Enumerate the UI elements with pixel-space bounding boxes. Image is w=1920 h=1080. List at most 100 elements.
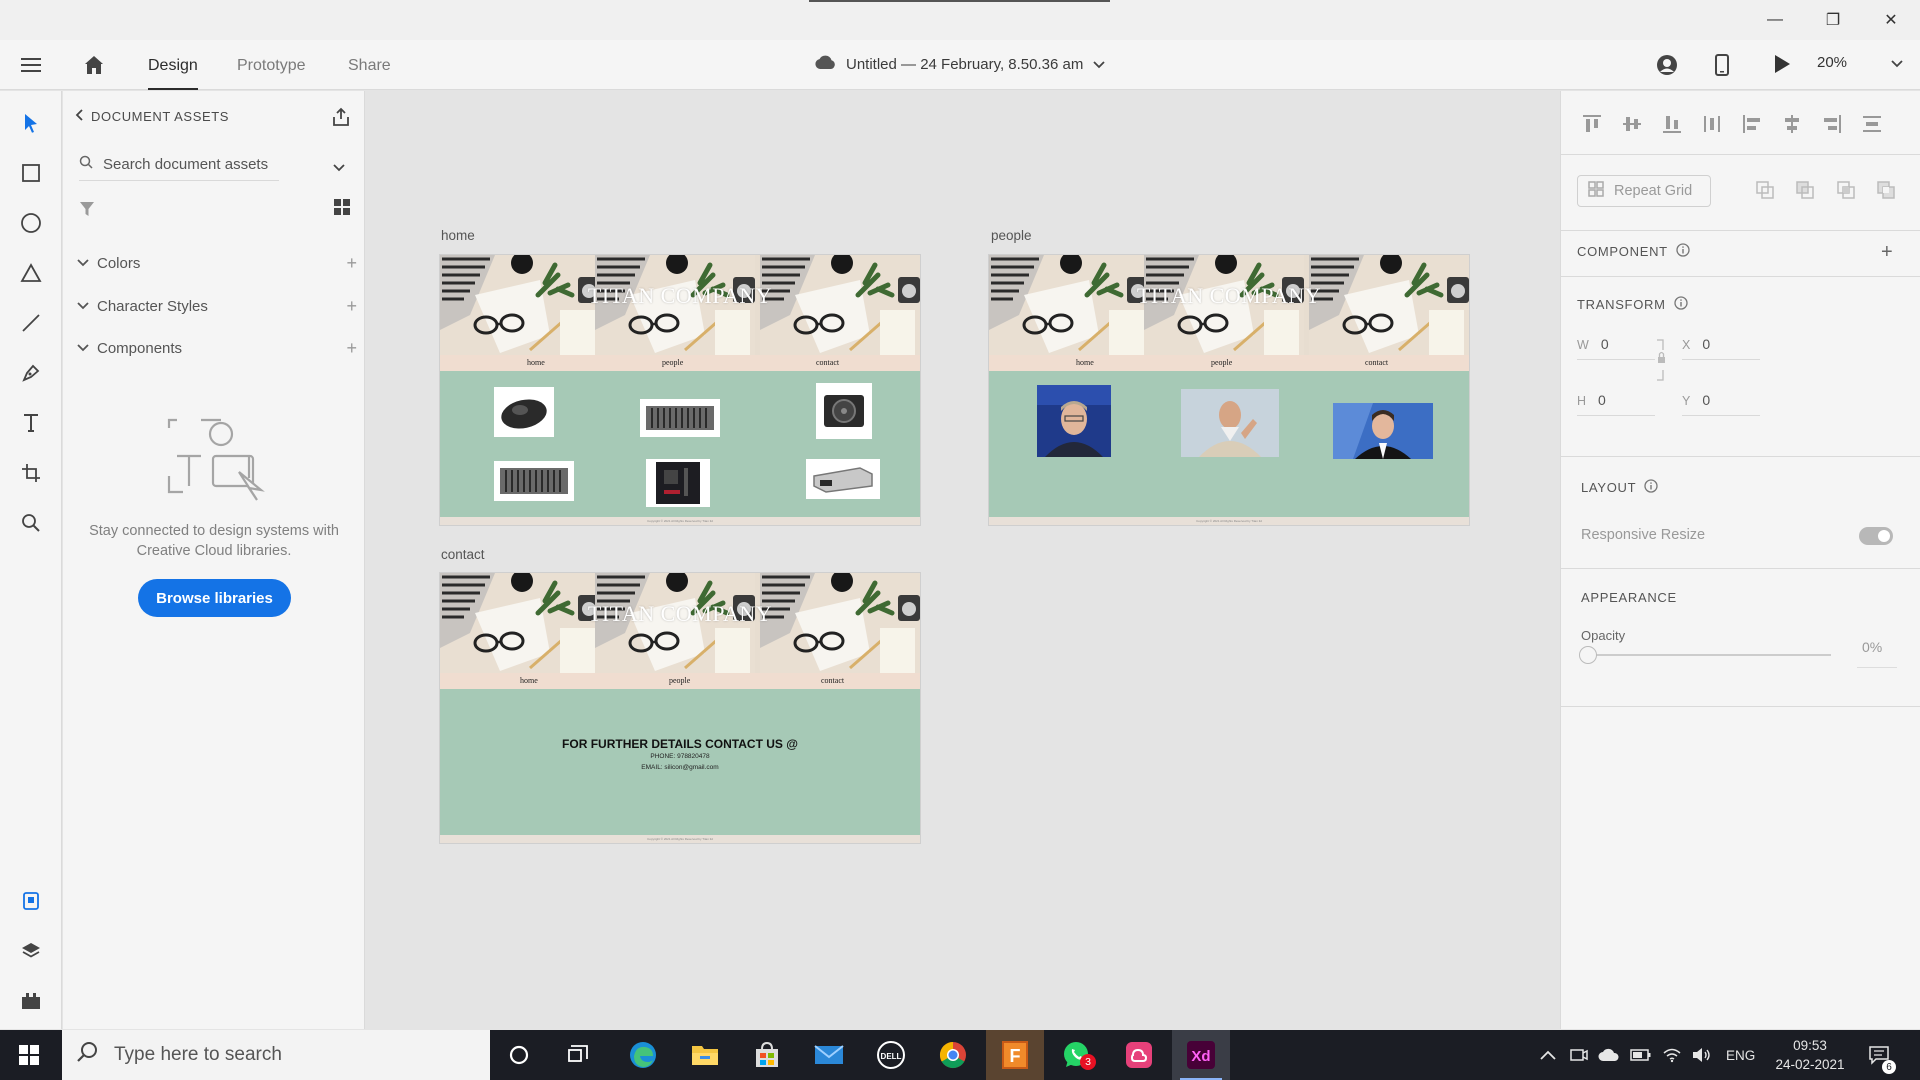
nav-contact[interactable]: contact	[821, 676, 844, 685]
onedrive-cloud-icon[interactable]	[1598, 1030, 1620, 1080]
cortana-icon[interactable]	[490, 1030, 548, 1080]
minimize-button[interactable]: —	[1746, 0, 1804, 40]
align-bottom-icon[interactable]	[1661, 113, 1683, 135]
home-icon[interactable]	[82, 53, 106, 77]
volume-icon[interactable]	[1692, 1030, 1712, 1080]
nav-home[interactable]: home	[1076, 358, 1094, 367]
assets-search-field[interactable]: Search document assets	[79, 151, 345, 181]
notification-center-icon[interactable]: 6	[1868, 1030, 1896, 1080]
zoom-dropdown-icon[interactable]	[1891, 60, 1903, 68]
zoom-level[interactable]: 20%	[1817, 54, 1847, 71]
input-language[interactable]: ENG	[1726, 1030, 1755, 1080]
ellipse-tool-icon[interactable]	[19, 211, 43, 235]
nav-people[interactable]: people	[662, 358, 683, 367]
design-canvas[interactable]: home TITAN COMPANY home people contact C…	[366, 91, 1560, 1029]
height-field[interactable]: H0	[1577, 392, 1655, 416]
align-middle-icon[interactable]	[1621, 113, 1643, 135]
play-preview-icon[interactable]	[1773, 54, 1791, 74]
file-explorer-icon[interactable]	[676, 1030, 734, 1080]
maximize-button[interactable]: ❐	[1804, 0, 1862, 40]
distribute-horizontal-icon[interactable]	[1861, 113, 1883, 135]
artboard-label-contact[interactable]: contact	[441, 547, 485, 562]
wifi-icon[interactable]	[1662, 1030, 1682, 1080]
clock[interactable]: 09:53 24-02-2021	[1768, 1030, 1852, 1080]
boolean-subtract-icon[interactable]	[1795, 180, 1815, 205]
info-icon[interactable]	[1673, 296, 1688, 313]
boolean-intersect-icon[interactable]	[1836, 180, 1856, 205]
dell-icon[interactable]: DELL	[862, 1030, 920, 1080]
battery-icon[interactable]	[1630, 1030, 1652, 1080]
line-tool-icon[interactable]	[19, 311, 43, 335]
align-right-icon[interactable]	[1821, 113, 1843, 135]
opacity-slider-handle[interactable]	[1579, 646, 1597, 664]
artboard-label-home[interactable]: home	[441, 228, 475, 243]
artboard-contact[interactable]: TITAN COMPANY home people contact FOR FU…	[439, 572, 921, 844]
artboard-label-people[interactable]: people	[991, 228, 1032, 243]
align-center-icon[interactable]	[1781, 113, 1803, 135]
whatsapp-icon[interactable]: 3	[1048, 1030, 1106, 1080]
nav-contact[interactable]: contact	[1365, 358, 1388, 367]
lock-aspect-icon[interactable]	[1655, 338, 1667, 387]
taskbar-search-box[interactable]: Type here to search	[62, 1030, 490, 1080]
creative-cloud-icon[interactable]	[1110, 1030, 1168, 1080]
edge-browser-icon[interactable]	[614, 1030, 672, 1080]
x-field[interactable]: X0	[1682, 336, 1760, 360]
document-title[interactable]: Untitled — 24 February, 8.50.36 am	[814, 54, 1105, 74]
align-top-icon[interactable]	[1581, 113, 1603, 135]
add-component-plus-icon[interactable]: +	[1881, 241, 1893, 264]
mail-icon[interactable]	[800, 1030, 858, 1080]
nav-home[interactable]: home	[520, 676, 538, 685]
artboard-home[interactable]: TITAN COMPANY home people contact Copyri…	[439, 254, 921, 526]
text-tool-icon[interactable]	[19, 411, 43, 435]
width-field[interactable]: W0	[1577, 336, 1655, 360]
chrome-browser-icon[interactable]	[924, 1030, 982, 1080]
boolean-add-icon[interactable]	[1755, 180, 1775, 205]
share-user-icon[interactable]	[1655, 53, 1679, 77]
add-component-icon[interactable]: +	[346, 338, 357, 359]
info-icon[interactable]	[1676, 243, 1690, 260]
nav-home[interactable]: home	[527, 358, 545, 367]
microsoft-store-icon[interactable]	[738, 1030, 796, 1080]
hamburger-menu-icon[interactable]	[20, 54, 42, 76]
tab-prototype[interactable]: Prototype	[237, 40, 305, 90]
tray-chevron-up-icon[interactable]	[1540, 1030, 1556, 1080]
assets-section-character-styles[interactable]: Character Styles +	[77, 293, 357, 319]
zoom-tool-icon[interactable]	[19, 511, 43, 535]
meet-now-icon[interactable]	[1570, 1030, 1588, 1080]
export-share-icon[interactable]	[331, 107, 351, 132]
pen-tool-icon[interactable]	[19, 361, 43, 385]
nav-people[interactable]: people	[1211, 358, 1232, 367]
tab-share[interactable]: Share	[348, 40, 391, 90]
nav-people[interactable]: people	[669, 676, 690, 685]
close-button[interactable]: ✕	[1862, 0, 1920, 40]
y-field[interactable]: Y0	[1682, 392, 1760, 416]
responsive-resize-toggle[interactable]	[1859, 527, 1893, 545]
plugins-panel-icon[interactable]	[19, 989, 43, 1013]
polygon-tool-icon[interactable]	[19, 261, 43, 285]
windows-start-icon[interactable]	[0, 1030, 58, 1080]
filezilla-icon[interactable]: F	[986, 1030, 1044, 1080]
browse-libraries-button[interactable]: Browse libraries	[138, 579, 291, 617]
assets-section-colors[interactable]: Colors +	[77, 250, 357, 276]
nav-contact[interactable]: contact	[816, 358, 839, 367]
select-tool-icon[interactable]	[19, 111, 43, 135]
info-icon[interactable]	[1644, 479, 1658, 496]
tab-design[interactable]: Design	[148, 40, 198, 90]
assets-panel-icon[interactable]	[19, 889, 43, 913]
device-preview-icon[interactable]	[1714, 53, 1730, 77]
opacity-slider-track[interactable]	[1585, 654, 1831, 656]
align-left-icon[interactable]	[1741, 113, 1763, 135]
grid-view-icon[interactable]	[334, 199, 350, 220]
opacity-value[interactable]: 0%	[1862, 639, 1882, 655]
repeat-grid-button[interactable]: Repeat Grid	[1577, 175, 1711, 207]
artboard-tool-icon[interactable]	[19, 461, 43, 485]
add-color-icon[interactable]: +	[346, 253, 357, 274]
rectangle-tool-icon[interactable]	[19, 161, 43, 185]
boolean-exclude-icon[interactable]	[1876, 180, 1896, 205]
assets-back-button[interactable]: DOCUMENT ASSETS	[75, 109, 229, 124]
filter-icon[interactable]	[79, 201, 95, 222]
add-character-style-icon[interactable]: +	[346, 296, 357, 317]
task-view-icon[interactable]	[550, 1030, 608, 1080]
adobe-xd-icon[interactable]: Xd	[1172, 1030, 1230, 1080]
artboard-people[interactable]: TITAN COMPANY home people contact Copyri…	[988, 254, 1470, 526]
